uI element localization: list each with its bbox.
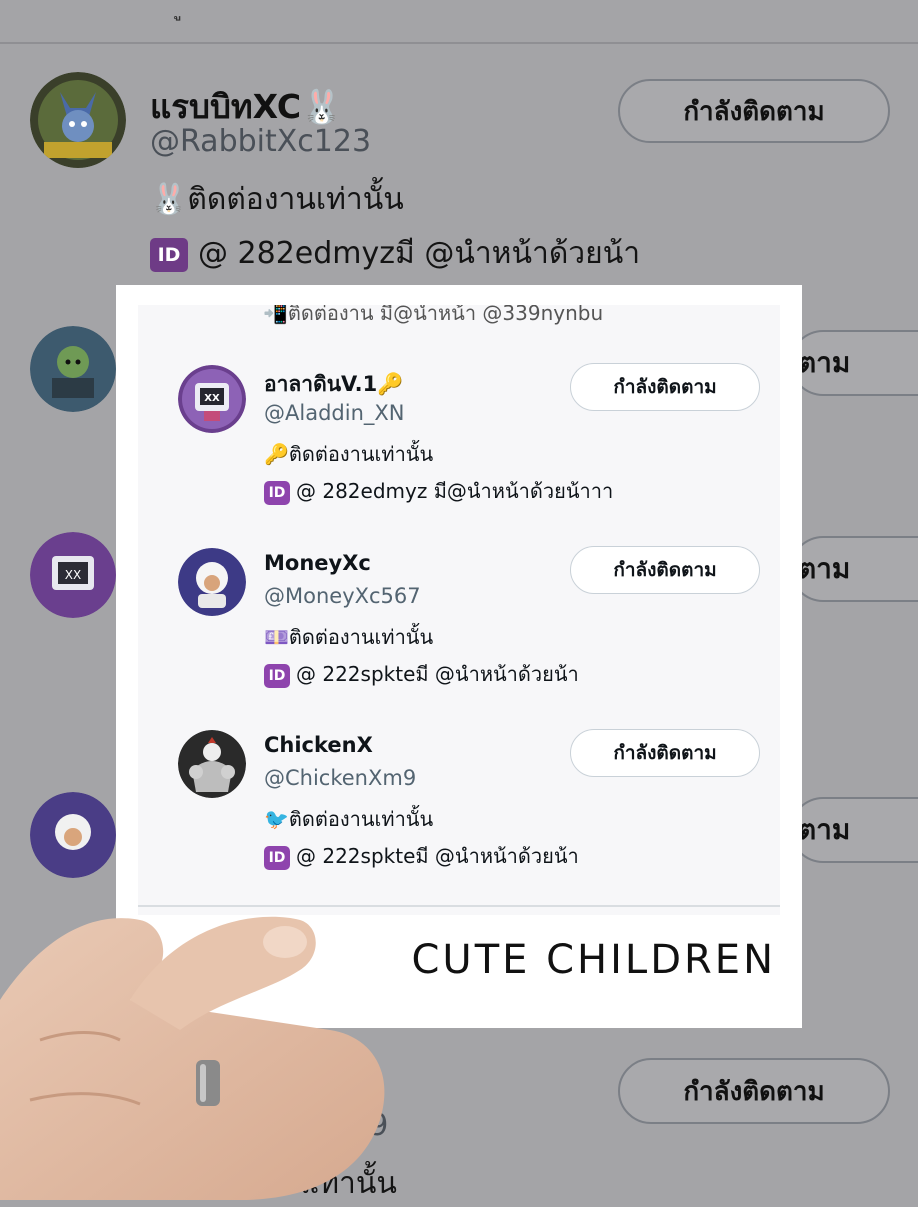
muscle-chicken-avatar-icon[interactable] xyxy=(178,730,246,798)
following-button-partial[interactable]: ตาม xyxy=(790,330,918,396)
following-button[interactable]: กำลังติดตาม xyxy=(618,1058,890,1124)
svg-text:XX: XX xyxy=(204,393,220,404)
account-bio: 🔑ติดต่องานเท่านั้น xyxy=(264,442,434,466)
hand-illustration xyxy=(0,916,385,1200)
card-caption: CUTE CHILDREN xyxy=(411,937,776,983)
account-id-line: ID @ 222spkteมี @นำหน้าด้วยน้า xyxy=(264,658,579,690)
id-line-text: @ 282edmyzมี @นำหน้าด้วยน้า xyxy=(198,236,641,271)
robot-avatar-icon[interactable]: XX xyxy=(178,365,246,433)
cartoon-avatar-icon[interactable] xyxy=(178,548,246,616)
following-button[interactable]: กำลังติดตาม xyxy=(570,729,760,777)
following-button[interactable]: กำลังติดตาม xyxy=(618,79,890,143)
id-badge-icon: ID xyxy=(264,845,290,870)
account-id-line: ID @ 222spkteมี @นำหน้าด้วยน้า xyxy=(264,840,579,872)
account-bio: 💷ติดต่องานเท่านั้น xyxy=(264,625,434,649)
cut-off-bio-line: 📲ติดต่องาน มี@นำหน้า @339nynbu xyxy=(263,305,604,325)
cartoon-avatar-icon[interactable] xyxy=(30,792,116,878)
id-badge-icon: ID xyxy=(264,663,290,688)
id-line-text: @ 222spkteมี @นำหน้าด้วยน้า xyxy=(296,662,579,686)
following-button[interactable]: กำลังติดตาม xyxy=(570,546,760,594)
following-button[interactable]: กำลังติดตาม xyxy=(570,363,760,411)
following-button-partial[interactable]: ตาม xyxy=(790,797,918,863)
account-id-line: ID @ 282edmyzมี @นำหน้าด้วยน้า xyxy=(150,230,640,277)
account-name: MoneyXc xyxy=(264,551,371,575)
account-name: ChickenX xyxy=(264,733,373,757)
following-button-partial[interactable]: ตาม xyxy=(790,536,918,602)
account-name: อาลาดินV.1🔑 xyxy=(264,372,404,396)
svg-text:XX: XX xyxy=(65,568,81,582)
id-line-text: @ 222spkteมี @นำหน้าด้วยน้า xyxy=(296,844,579,868)
account-bio: 🐦ติดต่องานเท่านั้น xyxy=(264,807,434,831)
account-handle[interactable]: @MoneyXc567 xyxy=(264,584,421,608)
hero-avatar-icon[interactable] xyxy=(30,326,116,412)
account-handle[interactable]: @ChickenXm9 xyxy=(264,766,416,790)
account-handle[interactable]: @RabbitXc123 xyxy=(150,124,371,159)
rabbit-avatar-icon[interactable] xyxy=(30,72,126,168)
id-line-text: @ 282edmyz มี@นำหน้าด้วยน้าาา xyxy=(296,479,614,503)
account-id-line: ID @ 282edmyz มี@นำหน้าด้วยน้าาา xyxy=(264,475,613,507)
divider xyxy=(0,42,918,44)
account-bio: 🐰ติดต่องานเท่านั้น xyxy=(150,182,404,217)
id-badge-icon: ID xyxy=(150,237,188,272)
account-handle[interactable]: @Aladdin_XN xyxy=(264,401,404,425)
id-badge-icon: ID xyxy=(264,480,290,505)
robot-avatar-icon[interactable]: XX xyxy=(30,532,116,618)
card-screen: 📲ติดต่องาน มี@นำหน้า @339nynbu XX อาลาดิ… xyxy=(138,305,780,915)
